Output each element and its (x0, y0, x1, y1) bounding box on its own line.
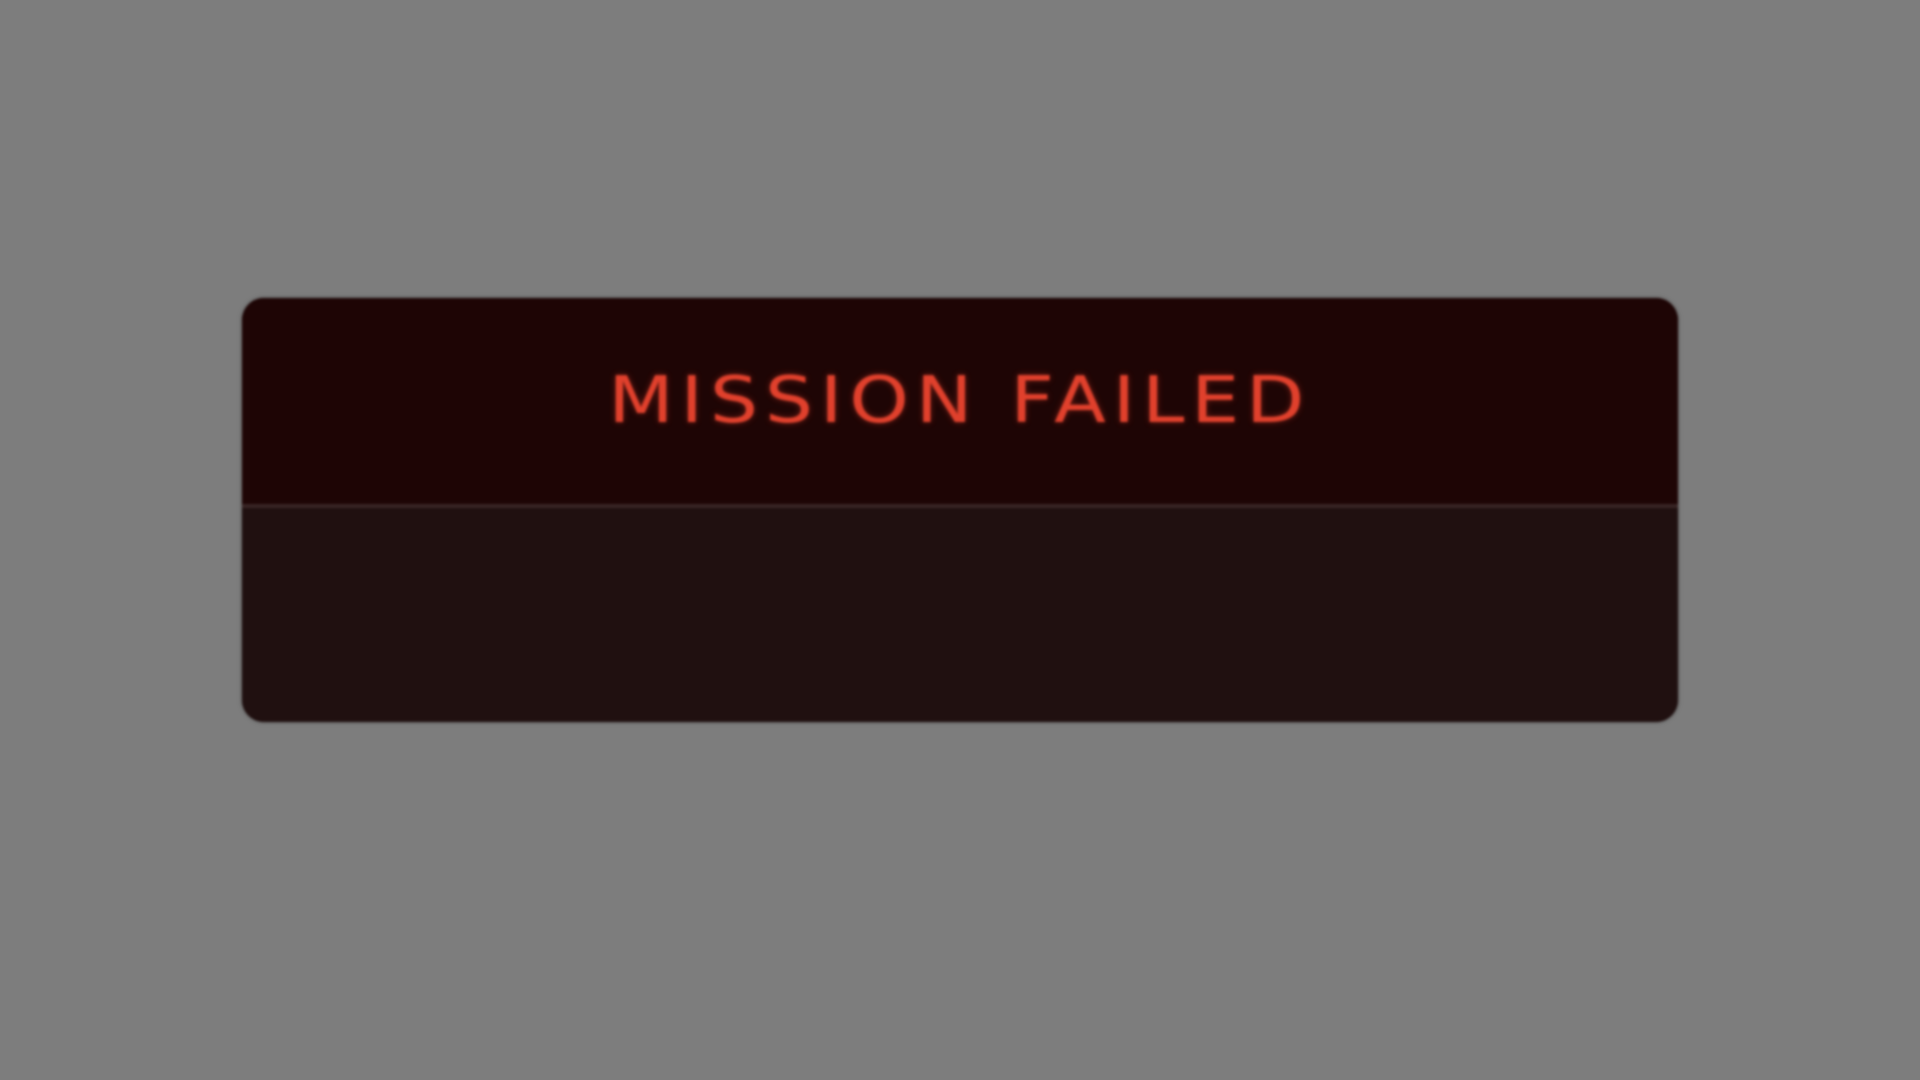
mission-failed-dialog: MISSION FAILED (242, 298, 1678, 722)
dialog-header: MISSION FAILED (242, 298, 1678, 508)
dialog-body (242, 508, 1678, 722)
dialog-title: MISSION FAILED (608, 364, 1312, 438)
